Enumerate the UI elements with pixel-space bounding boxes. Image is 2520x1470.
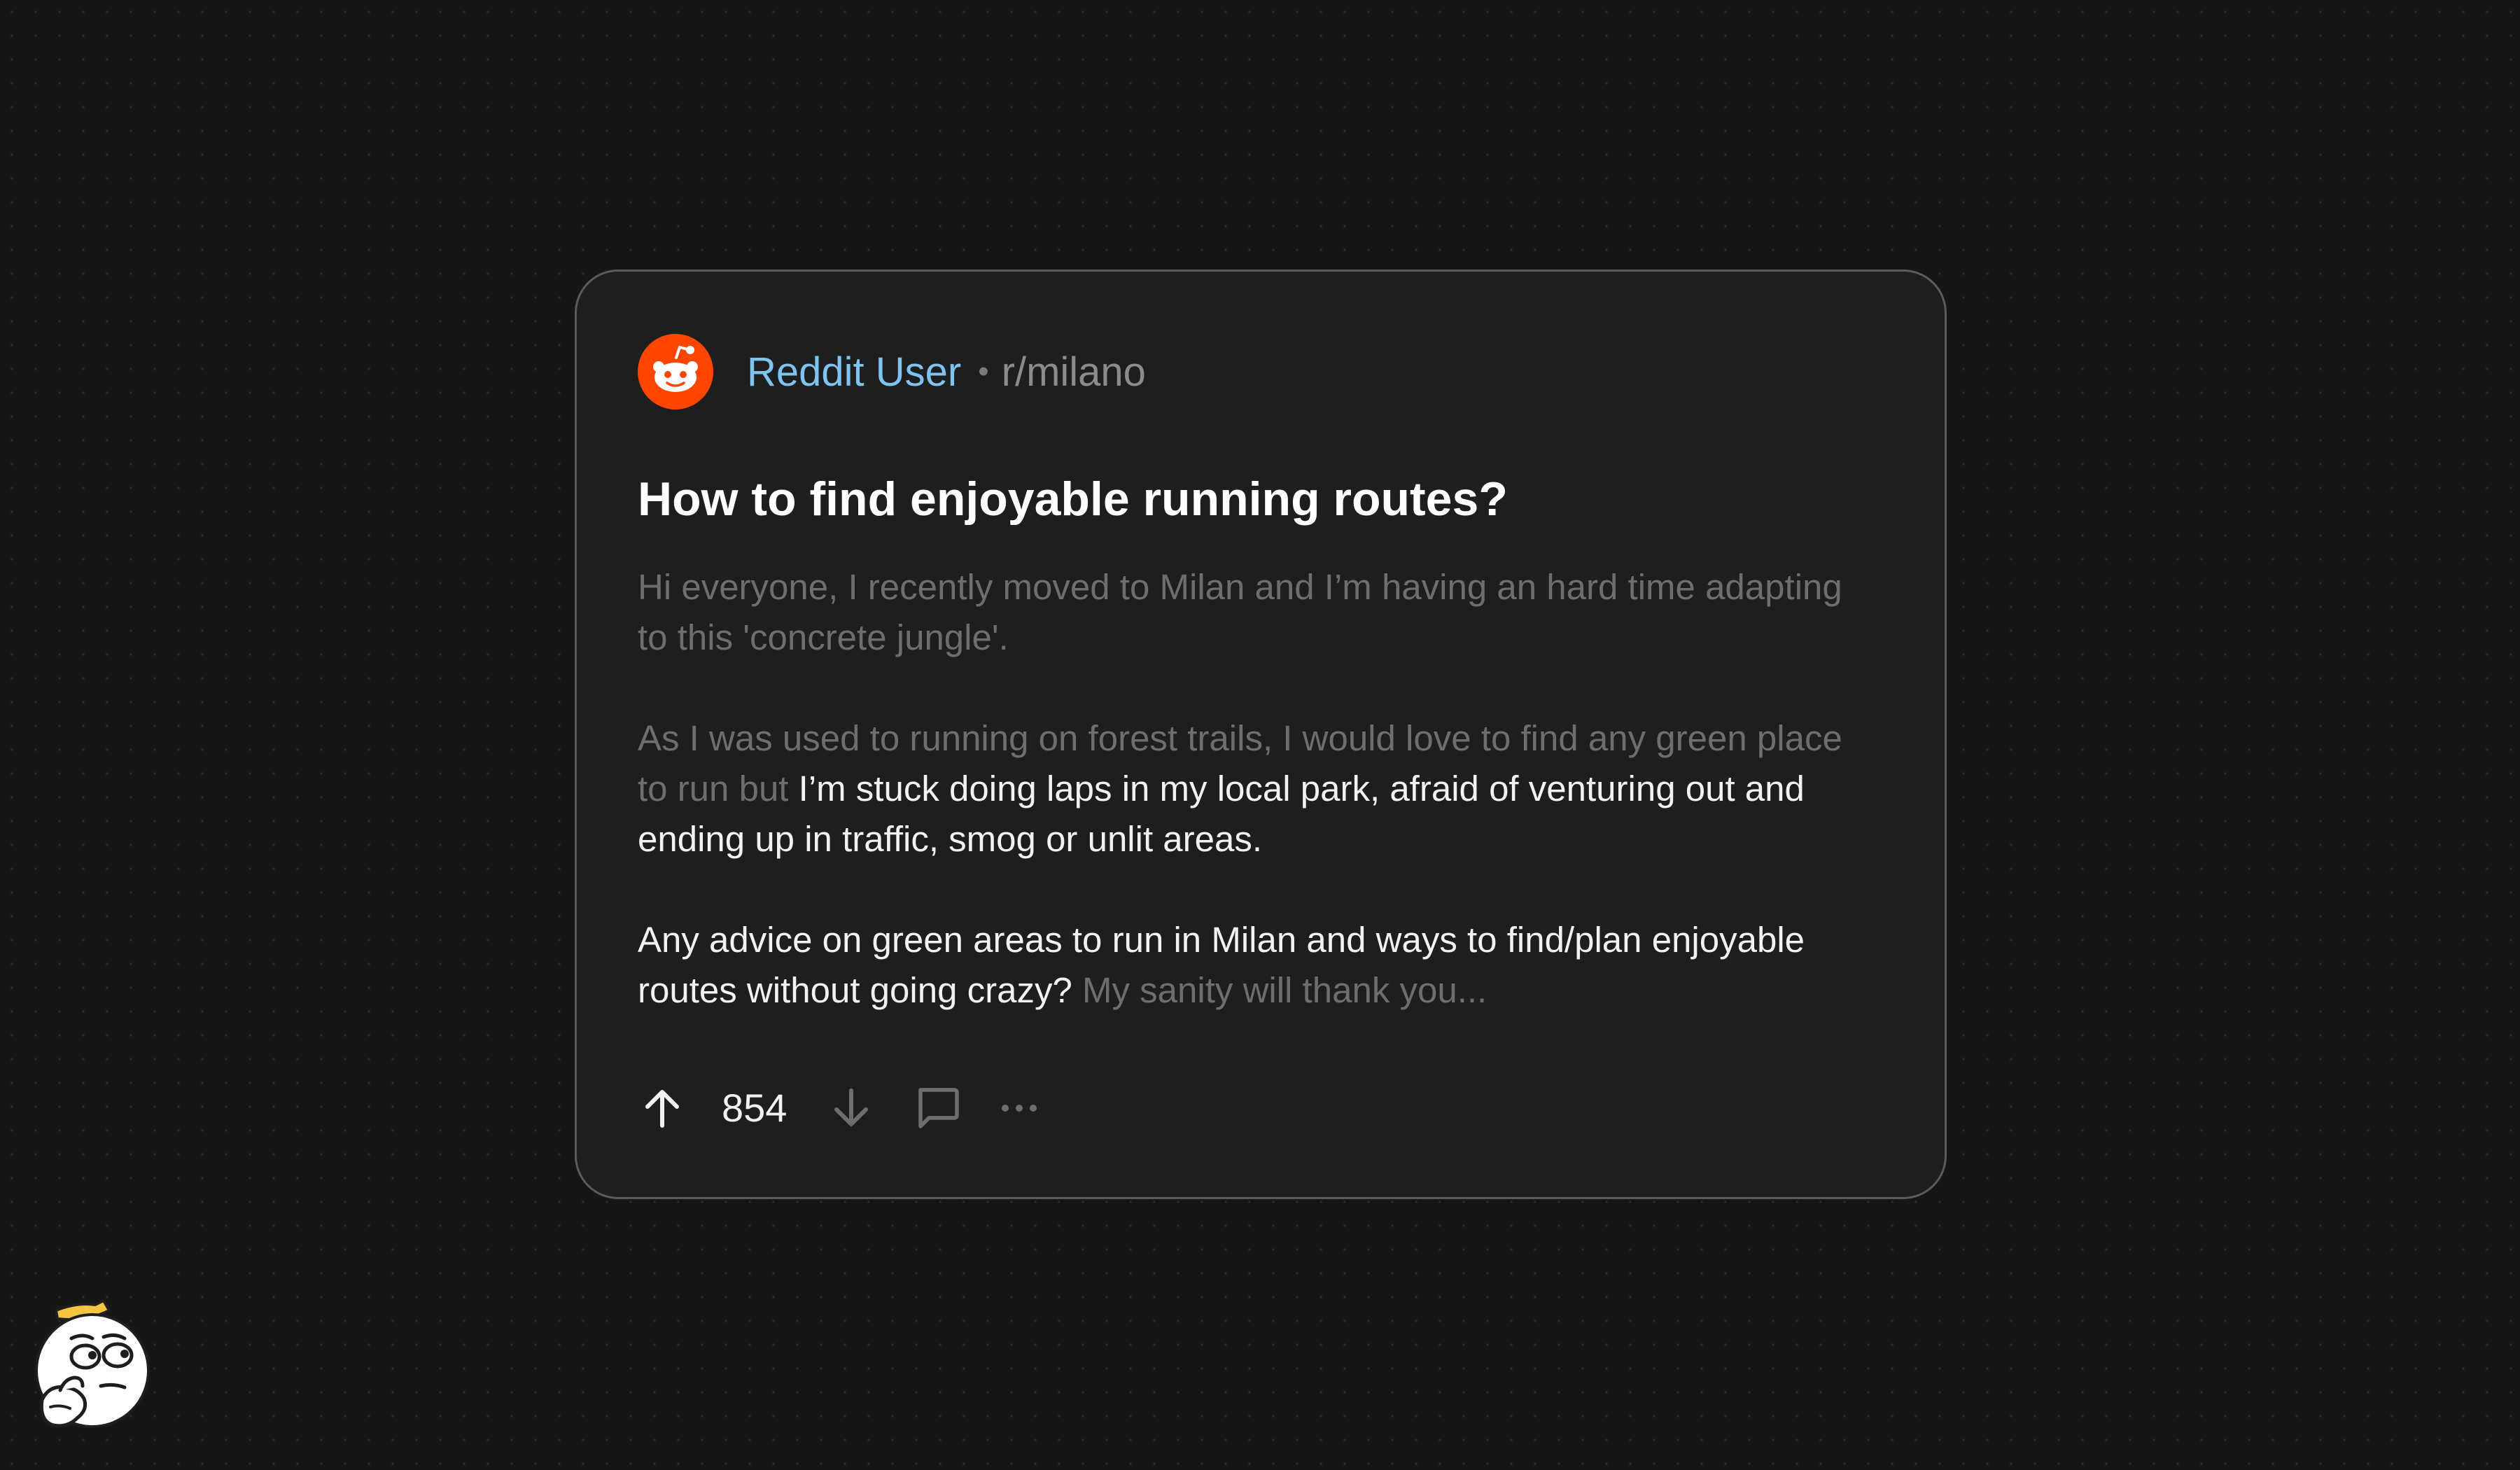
body-paragraph-2: As I was used to running on forest trail… <box>638 713 1898 864</box>
body-line-mixed: routes without going crazy? My sanity wi… <box>638 965 1898 1016</box>
vote-count: 854 <box>722 1086 788 1130</box>
more-dots-icon <box>1002 1105 1037 1112</box>
comment-button[interactable] <box>912 1077 962 1140</box>
body-line: to this 'concrete jungle'. <box>638 617 1009 657</box>
username-link[interactable]: Reddit User <box>747 349 961 396</box>
arrow-up-icon <box>645 1090 679 1128</box>
body-line: As I was used to running on forest trail… <box>638 718 1842 758</box>
body-paragraph-1: Hi everyone, I recently moved to Milan a… <box>638 562 1898 663</box>
arrow-down-icon <box>834 1088 868 1126</box>
comment-bubble-icon <box>918 1088 959 1128</box>
post-body: Hi everyone, I recently moved to Milan a… <box>638 562 1898 1016</box>
upvote-button[interactable] <box>638 1077 687 1140</box>
body-line: Hi everyone, I recently moved to Milan a… <box>638 567 1842 607</box>
thinking-face-icon <box>28 1295 155 1435</box>
reddit-snoo-icon[interactable] <box>638 334 713 410</box>
body-line: Any advice on green areas to run in Mila… <box>638 920 1805 960</box>
body-text-highlight: routes without going crazy? <box>638 970 1083 1010</box>
downvote-button[interactable] <box>827 1077 876 1140</box>
post-meta: Reddit User • r/milano <box>747 347 1146 396</box>
more-options-button[interactable] <box>995 1077 1044 1140</box>
body-text-highlight: I’m stuck doing laps in my local park, a… <box>798 769 1805 808</box>
body-paragraph-3: Any advice on green areas to run in Mila… <box>638 915 1898 1016</box>
body-line: ending up in traffic, smog or unlit area… <box>638 819 1263 859</box>
body-line-mixed: to run but I’m stuck doing laps in my lo… <box>638 764 1898 814</box>
body-text-dim: My sanity will thank you... <box>1082 970 1488 1010</box>
subreddit-link[interactable]: r/milano <box>1002 349 1146 396</box>
body-text-dim: to run but <box>638 769 799 808</box>
meta-separator: • <box>978 354 989 388</box>
post-card: Reddit User • r/milano How to find enjoy… <box>575 270 1947 1199</box>
post-title[interactable]: How to find enjoyable running routes? <box>638 471 1508 527</box>
